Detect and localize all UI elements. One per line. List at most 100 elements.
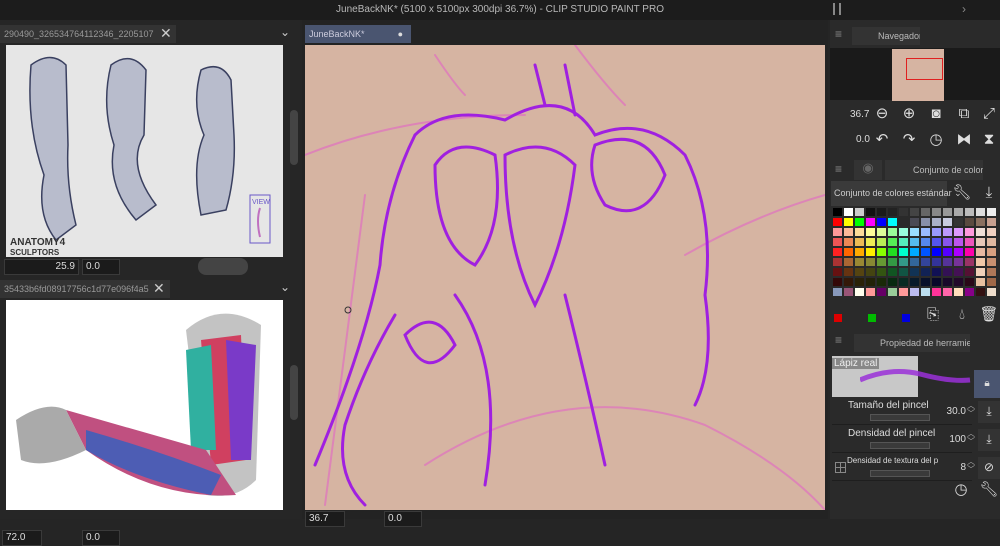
toolprop-tab[interactable]: Propiedad de herramienta [854, 334, 970, 352]
color-swatch[interactable] [832, 267, 843, 277]
color-swatch[interactable] [898, 227, 909, 237]
wrench-icon[interactable]: 🔧︎ [951, 183, 973, 205]
flip-vertical-icon[interactable]: ⧗ [978, 130, 1000, 152]
color-swatch[interactable] [986, 217, 997, 227]
color-swatch[interactable] [964, 227, 975, 237]
color-swatch[interactable] [832, 277, 843, 287]
color-swatch[interactable] [942, 237, 953, 247]
reset-rotation-icon[interactable]: ◷ [925, 130, 947, 152]
color-swatch[interactable] [832, 287, 843, 297]
color-swatch[interactable] [865, 277, 876, 287]
color-swatch[interactable] [953, 227, 964, 237]
color-swatch[interactable] [942, 207, 953, 217]
color-swatch[interactable] [975, 267, 986, 277]
color-swatch[interactable] [920, 227, 931, 237]
reset-tool-icon[interactable]: ◷ [950, 480, 972, 502]
color-swatch[interactable] [876, 227, 887, 237]
menu-icon[interactable]: ≡ [835, 333, 842, 347]
color-swatch[interactable] [975, 217, 986, 227]
zoom-out-icon[interactable]: ⊖ [871, 104, 893, 126]
quick-color-swatch[interactable] [902, 314, 910, 322]
zoom-in-icon[interactable]: ⊕ [898, 104, 920, 126]
close-icon[interactable]: ✕ [160, 25, 172, 42]
color-swatch[interactable] [953, 287, 964, 297]
color-swatch[interactable] [942, 277, 953, 287]
color-swatch[interactable] [898, 257, 909, 267]
color-swatch[interactable] [942, 227, 953, 237]
nav-rotation-value[interactable]: 0.0 [856, 134, 870, 145]
color-swatch[interactable] [942, 217, 953, 227]
color-swatch[interactable] [986, 247, 997, 257]
color-swatch[interactable] [920, 217, 931, 227]
color-swatch[interactable] [964, 207, 975, 217]
spinner-icon[interactable]: ︿ ﹀ [967, 402, 975, 418]
color-swatch[interactable] [975, 227, 986, 237]
color-swatch[interactable] [865, 207, 876, 217]
color-swatch[interactable] [920, 207, 931, 217]
color-swatch[interactable] [986, 277, 997, 287]
colorset-tab[interactable]: Conjunto de colores [885, 160, 983, 180]
color-swatch[interactable] [865, 287, 876, 297]
color-swatch[interactable] [909, 257, 920, 267]
color-swatch[interactable] [931, 247, 942, 257]
color-swatch[interactable] [843, 267, 854, 277]
color-swatch[interactable] [898, 217, 909, 227]
wrench-icon[interactable]: 🔧︎ [978, 480, 1000, 502]
color-swatch[interactable] [942, 247, 953, 257]
color-swatch[interactable] [887, 207, 898, 217]
color-swatch[interactable] [964, 277, 975, 287]
color-swatch[interactable] [975, 247, 986, 257]
ref1-rotation-field[interactable]: 0.0 [82, 259, 120, 275]
property-slider[interactable] [870, 470, 930, 477]
menu-icon[interactable]: ≡ [835, 27, 842, 41]
color-swatch[interactable] [986, 257, 997, 267]
rotate-right-icon[interactable]: ↷ [898, 130, 920, 152]
color-swatch[interactable] [975, 257, 986, 267]
color-swatch[interactable] [920, 247, 931, 257]
spinner-icon[interactable]: ︿ ﹀ [967, 458, 975, 474]
import-icon[interactable]: ⤓ [978, 183, 1000, 205]
color-swatch[interactable] [909, 227, 920, 237]
ref2-tab[interactable]: 35433b6fd08917756c1d77e096f4a550.jpg [0, 280, 170, 298]
navigator-viewport-frame[interactable] [906, 58, 943, 80]
color-swatch[interactable] [865, 217, 876, 227]
color-swatch[interactable] [920, 267, 931, 277]
color-swatch[interactable] [865, 237, 876, 247]
color-swatch[interactable] [964, 287, 975, 297]
color-palette[interactable] [832, 207, 997, 297]
color-swatch[interactable] [832, 257, 843, 267]
color-swatch[interactable] [832, 247, 843, 257]
color-swatch[interactable] [964, 257, 975, 267]
color-swatch[interactable] [909, 247, 920, 257]
color-swatch[interactable] [843, 217, 854, 227]
color-swatch[interactable] [843, 227, 854, 237]
color-swatch[interactable] [986, 207, 997, 217]
color-swatch[interactable] [887, 247, 898, 257]
color-swatch[interactable] [876, 247, 887, 257]
drawing-canvas[interactable] [305, 45, 825, 510]
color-swatch[interactable] [953, 217, 964, 227]
color-swatch[interactable] [865, 267, 876, 277]
color-swatch[interactable] [865, 247, 876, 257]
navigator-tab[interactable]: Navegador [852, 27, 920, 45]
ref1-hscroll[interactable] [198, 258, 248, 275]
color-swatch[interactable] [942, 257, 953, 267]
canvas-zoom-field[interactable]: 36.7 [305, 511, 345, 527]
color-swatch[interactable] [887, 257, 898, 267]
grid-icon[interactable] [835, 462, 846, 473]
color-swatch[interactable] [986, 227, 997, 237]
color-swatch[interactable] [854, 277, 865, 287]
color-swatch[interactable] [920, 277, 931, 287]
color-swatch[interactable] [953, 277, 964, 287]
download-icon[interactable]: ⤓ [978, 401, 1000, 423]
add-color-drop-icon[interactable]: 💧︎ [951, 305, 973, 327]
color-swatch[interactable] [920, 287, 931, 297]
color-swatch[interactable] [832, 237, 843, 247]
color-circle-tab[interactable]: ◉ [854, 160, 882, 180]
flip-horizontal-icon[interactable]: ⧓ [953, 130, 975, 152]
color-swatch[interactable] [920, 257, 931, 267]
color-swatch[interactable] [854, 207, 865, 217]
actual-size-icon[interactable]: ⧉ [953, 104, 975, 126]
spinner-icon[interactable]: ︿ ﹀ [967, 430, 975, 446]
color-swatch[interactable] [887, 287, 898, 297]
